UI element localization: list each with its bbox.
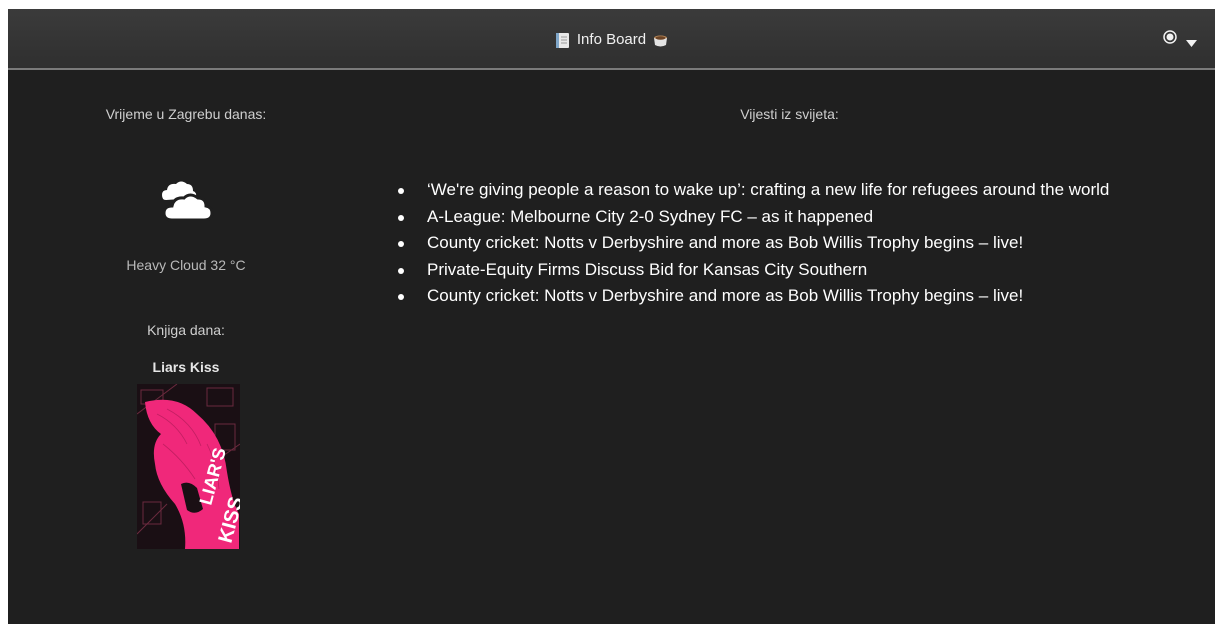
window-title: Info Board (8, 29, 1215, 51)
app-window: Info Board Vrijeme u Zagrebu danas: Heav… (8, 9, 1215, 624)
window-title-text: Info Board (576, 31, 647, 48)
theme-dropdown[interactable] (1163, 30, 1197, 47)
notebook-icon (554, 32, 571, 49)
news-list: ‘We're giving people a reason to wake up… (397, 177, 1109, 310)
weather-description: Heavy Cloud 32 °C (126, 257, 246, 273)
news-heading: Vijesti iz svijeta: (740, 106, 839, 122)
news-item[interactable]: A-League: Melbourne City 2-0 Sydney FC –… (397, 204, 1109, 231)
news-item[interactable]: ‘We're giving people a reason to wake up… (397, 177, 1109, 204)
weather-heading: Vrijeme u Zagrebu danas: (105, 106, 267, 122)
news-item[interactable]: County cricket: Notts v Derbyshire and m… (397, 283, 1109, 310)
left-sidebar: Vrijeme u Zagrebu danas: Heavy Cloud 32 … (8, 70, 364, 624)
cloud-icon (156, 176, 216, 226)
news-item[interactable]: Private-Equity Firms Discuss Bid for Kan… (397, 257, 1109, 284)
book-title: Liars Kiss (152, 359, 220, 375)
book-cover-image[interactable]: LIAR'S KISS (136, 383, 248, 549)
news-item[interactable]: County cricket: Notts v Derbyshire and m… (397, 230, 1109, 257)
coffee-icon (652, 32, 669, 49)
caret-down-icon[interactable] (1186, 34, 1197, 47)
title-bar: Info Board (8, 9, 1215, 70)
book-heading: Knjiga dana: (147, 322, 225, 338)
radio-icon[interactable] (1163, 30, 1177, 44)
